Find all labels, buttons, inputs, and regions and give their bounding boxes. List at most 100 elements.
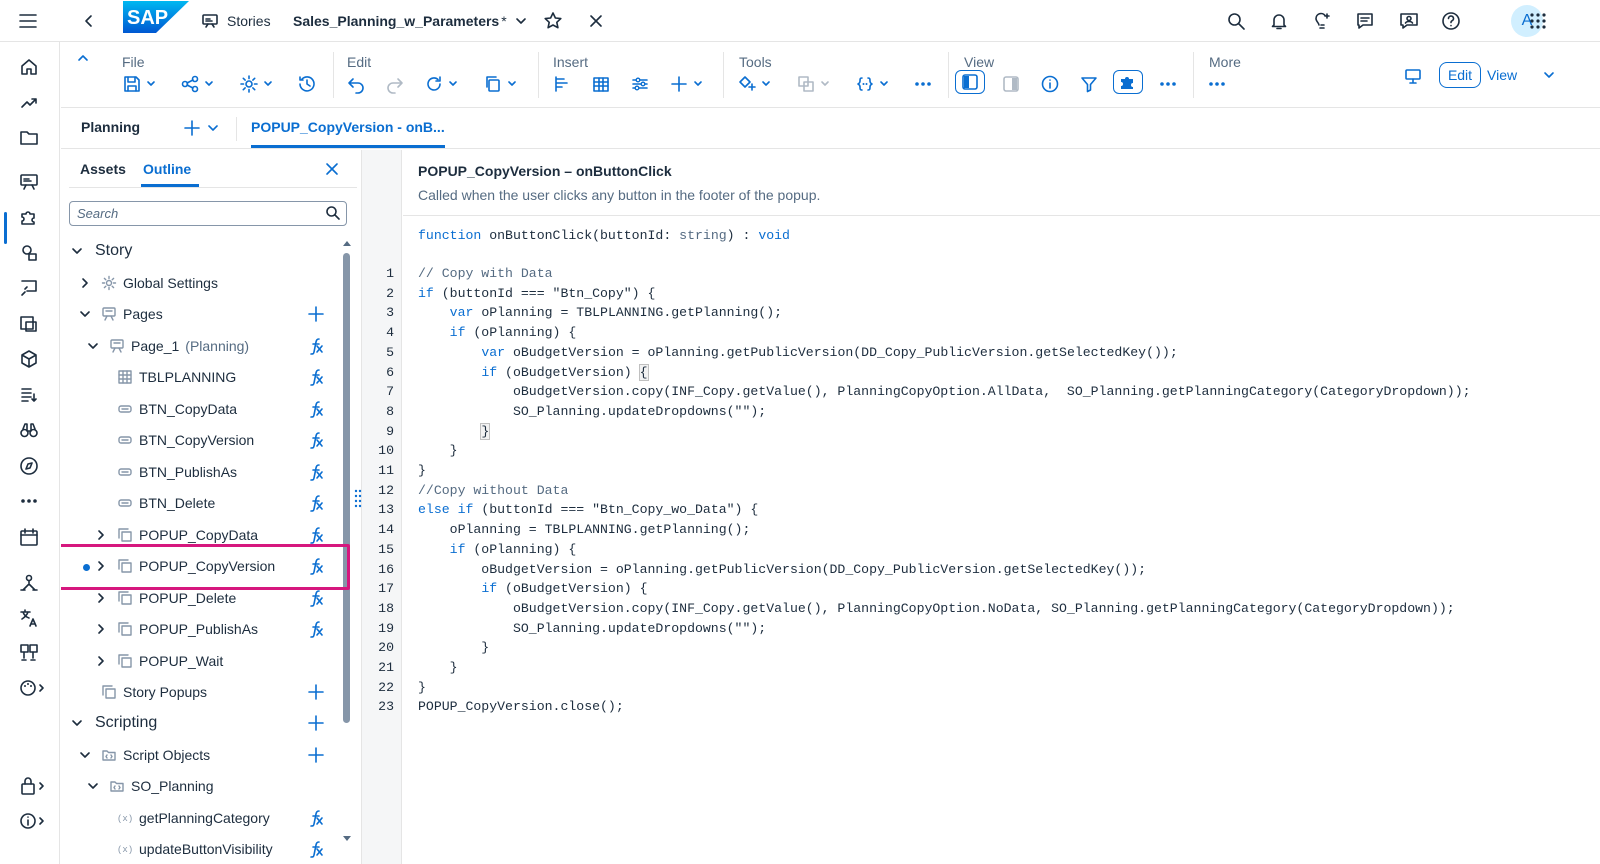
info-button[interactable] bbox=[1040, 72, 1060, 96]
add-icon[interactable] bbox=[307, 305, 325, 323]
chevron-down-icon[interactable] bbox=[71, 245, 83, 257]
tree-node-popup-copyversion[interactable]: POPUP_CopyVersion bbox=[61, 550, 353, 581]
add-icon[interactable] bbox=[307, 714, 325, 732]
planning-tools-menu-button[interactable] bbox=[737, 72, 771, 96]
presentation-icon[interactable] bbox=[18, 277, 40, 299]
refresh-menu-button[interactable] bbox=[424, 72, 458, 96]
more-nav-icon[interactable] bbox=[18, 490, 40, 512]
widget-toggle[interactable] bbox=[1113, 70, 1143, 94]
tree-node-getplanningcategory[interactable]: (x) getPlanningCategory bbox=[61, 802, 353, 833]
filter-button[interactable] bbox=[1079, 72, 1099, 96]
tree-node-tblplanning[interactable]: TBLPLANNING bbox=[61, 361, 353, 392]
tree-node-btn-copyversion[interactable]: BTN_CopyVersion bbox=[61, 424, 353, 455]
add-icon[interactable] bbox=[307, 683, 325, 701]
collaboration-icon[interactable] bbox=[1398, 0, 1420, 42]
back-icon[interactable] bbox=[82, 0, 96, 42]
home-icon[interactable] bbox=[18, 56, 40, 78]
script-fx-icon[interactable] bbox=[307, 809, 325, 827]
close-story-icon[interactable] bbox=[589, 0, 603, 42]
connections-icon[interactable] bbox=[18, 642, 40, 664]
tree-node-so-planning[interactable]: SO_Planning bbox=[61, 770, 353, 801]
translation-icon[interactable] bbox=[18, 607, 40, 629]
script-editor[interactable]: POPUP_CopyVersion – onButtonClick Called… bbox=[378, 150, 1600, 864]
chevron-down-icon[interactable] bbox=[71, 717, 83, 729]
tree-node-btn-publishas[interactable]: BTN_PublishAs bbox=[61, 456, 353, 487]
tree-node-updatebuttonvisibility[interactable]: (x) updateButtonVisibility bbox=[61, 833, 353, 864]
script-fx-icon[interactable] bbox=[307, 463, 325, 481]
script-fx-icon[interactable] bbox=[307, 620, 325, 638]
chevron-right-icon[interactable] bbox=[95, 592, 107, 604]
close-panel-icon[interactable] bbox=[325, 162, 339, 176]
palette-expand-icon[interactable] bbox=[18, 677, 46, 699]
hierarchy-icon[interactable] bbox=[18, 572, 40, 594]
more-overflow-button[interactable] bbox=[1207, 72, 1227, 96]
share-menu-button[interactable] bbox=[180, 72, 214, 96]
tree-node-story[interactable]: Story bbox=[61, 235, 353, 266]
stories-nav-icon[interactable] bbox=[18, 171, 40, 193]
tree-node-popup-delete[interactable]: POPUP_Delete bbox=[61, 582, 353, 613]
settings-menu-button[interactable] bbox=[239, 72, 273, 96]
script-fx-icon[interactable] bbox=[307, 840, 325, 858]
story-title-dropdown[interactable]: Sales_Planning_w_Parameters * bbox=[293, 0, 527, 42]
tree-node-script-objects[interactable]: Script Objects bbox=[61, 739, 353, 770]
models-icon[interactable] bbox=[18, 313, 40, 335]
data-actions-icon[interactable] bbox=[18, 384, 40, 406]
help-icon[interactable] bbox=[1441, 0, 1461, 42]
outline-search-input[interactable] bbox=[69, 201, 347, 226]
resize-grip-icon[interactable] bbox=[354, 488, 362, 508]
view-mode-button[interactable]: View bbox=[1487, 62, 1555, 88]
tree-node-popup-publishas[interactable]: POPUP_PublishAs bbox=[61, 613, 353, 644]
product-switch-icon[interactable] bbox=[1529, 0, 1547, 42]
tree-node-scripting[interactable]: Scripting bbox=[61, 707, 353, 738]
tree-node-btn-delete[interactable]: BTN_Delete bbox=[61, 487, 353, 518]
chevron-down-icon[interactable] bbox=[79, 308, 91, 320]
history-button[interactable] bbox=[297, 72, 317, 96]
tree-node-global-settings[interactable]: Global Settings bbox=[61, 267, 353, 298]
ideas-lightbulb-icon[interactable] bbox=[1312, 0, 1332, 42]
tree-node-page-1[interactable]: Page_1 (Planning) bbox=[61, 330, 353, 361]
scripting-menu-button[interactable] bbox=[855, 72, 889, 96]
add-page-menu-button[interactable] bbox=[183, 119, 219, 137]
tree-node-pages[interactable]: Pages bbox=[61, 298, 353, 329]
chevron-right-icon[interactable] bbox=[95, 655, 107, 667]
redo-button[interactable] bbox=[385, 72, 405, 96]
copy-menu-button[interactable] bbox=[483, 72, 517, 96]
left-panel-toggle[interactable] bbox=[955, 70, 985, 94]
comments-icon[interactable] bbox=[1355, 0, 1375, 42]
edit-mode-button[interactable]: Edit bbox=[1439, 62, 1481, 88]
view-overflow-button[interactable] bbox=[1158, 72, 1178, 96]
puzzle-icon[interactable] bbox=[18, 206, 40, 228]
chevron-down-icon[interactable] bbox=[87, 780, 99, 792]
script-fx-icon[interactable] bbox=[307, 589, 325, 607]
script-fx-icon[interactable] bbox=[307, 337, 325, 355]
folder-icon[interactable] bbox=[18, 126, 40, 148]
insert-chart-button[interactable] bbox=[552, 72, 572, 96]
insert-add-menu-button[interactable] bbox=[669, 72, 703, 96]
linked-analysis-menu-button[interactable] bbox=[796, 72, 830, 96]
tab-script-editor[interactable]: POPUP_CopyVersion - onB... bbox=[251, 119, 445, 135]
data-analyzer-icon[interactable] bbox=[18, 242, 40, 264]
chevron-right-icon[interactable] bbox=[79, 277, 91, 289]
script-fx-icon[interactable] bbox=[307, 400, 325, 418]
tree-node-popup-wait[interactable]: POPUP_Wait bbox=[61, 645, 353, 676]
script-fx-icon[interactable] bbox=[307, 526, 325, 544]
trend-icon[interactable] bbox=[18, 91, 40, 113]
tree-node-story-popups[interactable]: Story Popups bbox=[61, 676, 353, 707]
chevron-right-icon[interactable] bbox=[95, 560, 107, 572]
notifications-bell-icon[interactable] bbox=[1269, 0, 1289, 42]
chevron-right-icon[interactable] bbox=[95, 529, 107, 541]
chevron-down-icon[interactable] bbox=[79, 749, 91, 761]
script-fx-icon[interactable] bbox=[307, 431, 325, 449]
search-icon[interactable] bbox=[325, 205, 341, 221]
tab-assets[interactable]: Assets bbox=[80, 161, 126, 177]
calendar-icon[interactable] bbox=[18, 526, 40, 548]
device-preview-button[interactable] bbox=[1403, 64, 1423, 88]
favorite-star-icon[interactable] bbox=[543, 0, 563, 42]
compass-icon[interactable] bbox=[18, 455, 40, 477]
save-menu-button[interactable] bbox=[122, 72, 156, 96]
insert-filter-button[interactable] bbox=[630, 72, 650, 96]
chevron-right-icon[interactable] bbox=[95, 623, 107, 635]
insert-table-button[interactable] bbox=[591, 72, 611, 96]
menu-icon[interactable] bbox=[18, 0, 38, 42]
script-fx-icon[interactable] bbox=[307, 368, 325, 386]
